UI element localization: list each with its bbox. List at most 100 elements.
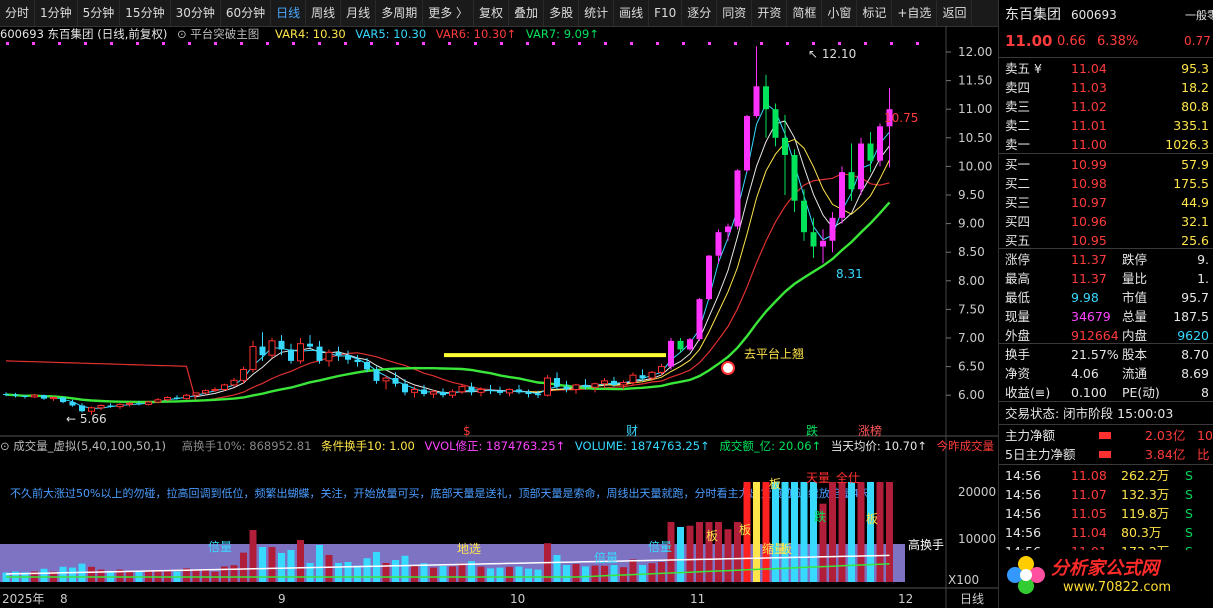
candle-body <box>202 390 209 394</box>
time-axis-label: 11 <box>690 592 705 606</box>
toolbar-button-11[interactable]: 复权 <box>474 0 510 26</box>
candle-body <box>839 172 845 218</box>
ma-green-line <box>5 201 891 404</box>
candle-body <box>382 377 390 382</box>
candle-body <box>858 143 864 190</box>
candle-body <box>601 380 608 385</box>
volume-bar <box>496 567 504 582</box>
volume-bar <box>762 482 770 582</box>
flow-row: 主力净额 2.03亿 10 <box>1005 428 1213 443</box>
volume-bar <box>629 559 637 582</box>
price-axis-label: 8.50 <box>958 245 985 259</box>
candle-body <box>639 375 646 379</box>
toolbar-button-8[interactable]: 月线 <box>341 0 377 26</box>
candle-body <box>715 232 722 256</box>
signal-dot <box>630 42 633 45</box>
toolbar-button-4[interactable]: 30分钟 <box>171 0 221 26</box>
toolbar-button-18[interactable]: 同资 <box>717 0 753 26</box>
volume-bar <box>477 566 485 582</box>
toolbar-button-20[interactable]: 简框 <box>787 0 823 26</box>
volume-bar <box>69 567 76 582</box>
candle-body <box>297 343 304 362</box>
ask-row: 卖三 11.02 80.8 <box>1005 99 1209 114</box>
divider <box>999 424 1213 425</box>
price-axis-label: 7.50 <box>958 302 985 316</box>
toolbar-button-15[interactable]: 画线 <box>614 0 650 26</box>
candle-body <box>240 368 247 381</box>
volume-note: 不久前大涨过50%以上的勿碰，拉高回调到低位，频繁出蝴蝶，关注，开始放量可买，底… <box>10 486 870 500</box>
toolbar-button-12[interactable]: 叠加 <box>509 0 545 26</box>
toolbar-button-10[interactable]: 更多 〉 <box>423 0 475 26</box>
toolbar-button-19[interactable]: 开资 <box>752 0 788 26</box>
candle-body <box>183 394 190 400</box>
price-axis-label: 10.50 <box>958 131 992 145</box>
chart-area[interactable]: 12.00 11.50 11.00 10.50 10.00 9.50 9.00 8.50 8.0… <box>0 26 998 608</box>
toolbar-button-0[interactable]: 分时 <box>0 0 36 26</box>
volume-bar <box>40 568 48 582</box>
volume-bar <box>430 567 437 582</box>
toolbar-button-24[interactable]: 返回 <box>937 0 973 26</box>
toolbar-button-9[interactable]: 多周期 <box>376 0 424 26</box>
volume-dropdown[interactable]: ⊙ 成交量_虚拟(5,40,100,50,1) <box>0 439 172 453</box>
toolbar-button-21[interactable]: 小窗 <box>822 0 858 26</box>
toolbar-button-6[interactable]: 日线 <box>271 0 307 26</box>
tick-row: 14:56 11.08 262.2万 S <box>1005 468 1193 483</box>
ask-row: 卖一 11.00 1026.3 <box>1005 137 1209 152</box>
toolbar-button-14[interactable]: 统计 <box>579 0 615 26</box>
tick-row: 14:56 11.05 119.8万 S <box>1005 506 1193 521</box>
candle-body <box>658 366 665 373</box>
volume-signal-label: 板 <box>706 529 718 543</box>
candle-body <box>136 403 142 405</box>
volume-signal-label: 倍量 <box>208 539 232 554</box>
signal-dot <box>812 42 815 45</box>
candle-body <box>316 346 323 361</box>
volume-bar <box>857 482 865 582</box>
toolbar-button-7[interactable]: 周线 <box>306 0 342 26</box>
signal-dot <box>890 42 893 45</box>
signal-dot <box>656 42 659 45</box>
volume-bar <box>344 562 352 582</box>
trade-status: 交易状态: 闭市阶段 15:00:03 <box>1005 406 1174 421</box>
volume-bar <box>363 558 371 582</box>
toolbar-button-23[interactable]: +自选 <box>892 0 938 26</box>
price-axis-label: 7.00 <box>958 331 985 345</box>
volume-signal-label: 高换手 <box>908 537 944 552</box>
toolbar-button-13[interactable]: 多股 <box>544 0 580 26</box>
avg-label: 当天均价: 10.70↑ <box>830 439 927 453</box>
time-axis-label: 10 <box>510 592 525 606</box>
volume-bar <box>458 563 466 582</box>
signal-dot <box>734 42 737 45</box>
time-axis-label: 2025年 <box>2 592 45 606</box>
candle-body <box>535 394 541 396</box>
volume-signal-label: 全仕 <box>836 470 860 485</box>
status-row: 交易状态: 闭市阶段 15:00:03 <box>999 404 1213 423</box>
candle-body <box>268 340 276 356</box>
bid-row: 买二 10.98 175.5 <box>1005 176 1209 191</box>
indicator-dropdown[interactable]: ⊙ 平台突破主图 <box>177 27 265 41</box>
volume-bar <box>563 565 570 582</box>
candle-body <box>867 143 874 161</box>
candle-body <box>829 217 836 241</box>
candle-body <box>629 374 637 384</box>
volume-bar <box>325 555 333 582</box>
volume-bar <box>354 565 361 582</box>
toolbar-button-2[interactable]: 5分钟 <box>78 0 121 26</box>
toolbar-button-3[interactable]: 15分钟 <box>120 0 171 26</box>
volume-signal-label: 天量 <box>806 471 830 485</box>
toolbar-button-1[interactable]: 1分钟 <box>35 0 78 26</box>
toolbar-button-5[interactable]: 60分钟 <box>221 0 272 26</box>
candle-body <box>12 394 19 396</box>
volume-signal-label: 倍量 <box>594 550 618 565</box>
vol-axis-label: 10000 <box>958 532 996 546</box>
toolbar-button-16[interactable]: F10 <box>649 0 683 26</box>
amount-label: 成交额_亿: 20.06↑ <box>719 439 822 453</box>
toolbar-button-17[interactable]: 逐分 <box>682 0 718 26</box>
volume-bar <box>420 563 428 582</box>
candle-body <box>611 380 617 385</box>
toolbar-button-22[interactable]: 标记 <box>857 0 893 26</box>
volume-bar <box>876 482 884 582</box>
divider <box>999 343 1213 344</box>
candle-body <box>820 240 826 247</box>
candlestick-chart[interactable]: 12.00 11.50 11.00 10.50 10.00 9.50 9.00 8.50 8.0… <box>0 26 998 608</box>
candle-body <box>477 388 485 393</box>
